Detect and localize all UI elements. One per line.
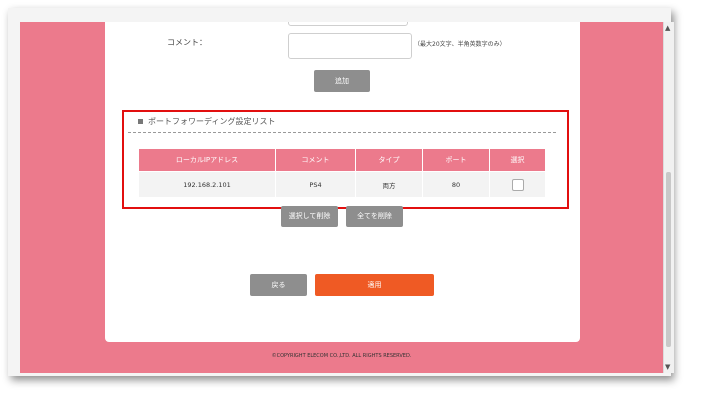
scroll-down-arrow-icon[interactable]: ▼ <box>665 363 670 371</box>
cell-select <box>489 171 546 198</box>
table-row: 192.168.2.101 PS4 両方 80 <box>138 171 546 198</box>
page-viewport: コメント： （最大20文字、半角英数字のみ） 追加 ポートフォワーディング設定リ… <box>20 22 663 373</box>
header-type: タイプ <box>355 148 423 172</box>
dotted-divider <box>128 132 556 133</box>
comment-hint: （最大20文字、半角英数字のみ） <box>414 41 506 48</box>
scroll-up-arrow-icon[interactable]: ▲ <box>665 24 670 32</box>
section-title-text: ポートフォワーディング設定リスト <box>148 117 276 126</box>
delete-all-button[interactable]: 全てを削除 <box>346 206 403 227</box>
port-forward-table: ローカルIPアドレス コメント タイプ ポート 選択 192.168.2.101… <box>138 148 546 198</box>
delete-selected-button[interactable]: 選択して削除 <box>281 206 338 227</box>
vertical-scrollbar[interactable]: ▲ ▼ <box>663 22 674 373</box>
cell-comment: PS4 <box>275 171 356 198</box>
cell-type: 両方 <box>355 171 423 198</box>
cell-ip: 192.168.2.101 <box>138 171 276 198</box>
previous-field-input[interactable] <box>288 22 408 26</box>
add-button[interactable]: 追加 <box>314 70 370 92</box>
comment-input[interactable] <box>288 33 412 59</box>
select-checkbox[interactable] <box>511 178 524 191</box>
header-port: ポート <box>422 148 490 172</box>
header-select: 選択 <box>489 148 546 172</box>
header-local-ip: ローカルIPアドレス <box>138 148 276 172</box>
apply-button[interactable]: 適用 <box>315 274 434 296</box>
back-button[interactable]: 戻る <box>250 274 307 296</box>
header-comment: コメント <box>275 148 356 172</box>
bullet-square-icon <box>138 119 143 124</box>
section-title: ポートフォワーディング設定リスト <box>138 116 275 127</box>
table-header-row: ローカルIPアドレス コメント タイプ ポート 選択 <box>138 148 546 172</box>
comment-label: コメント： <box>167 38 207 47</box>
cell-port: 80 <box>422 171 490 198</box>
scroll-thumb[interactable] <box>666 172 671 347</box>
copyright-text: ©COPYRIGHT ELECOM CO.,LTD. ALL RIGHTS RE… <box>271 353 412 359</box>
